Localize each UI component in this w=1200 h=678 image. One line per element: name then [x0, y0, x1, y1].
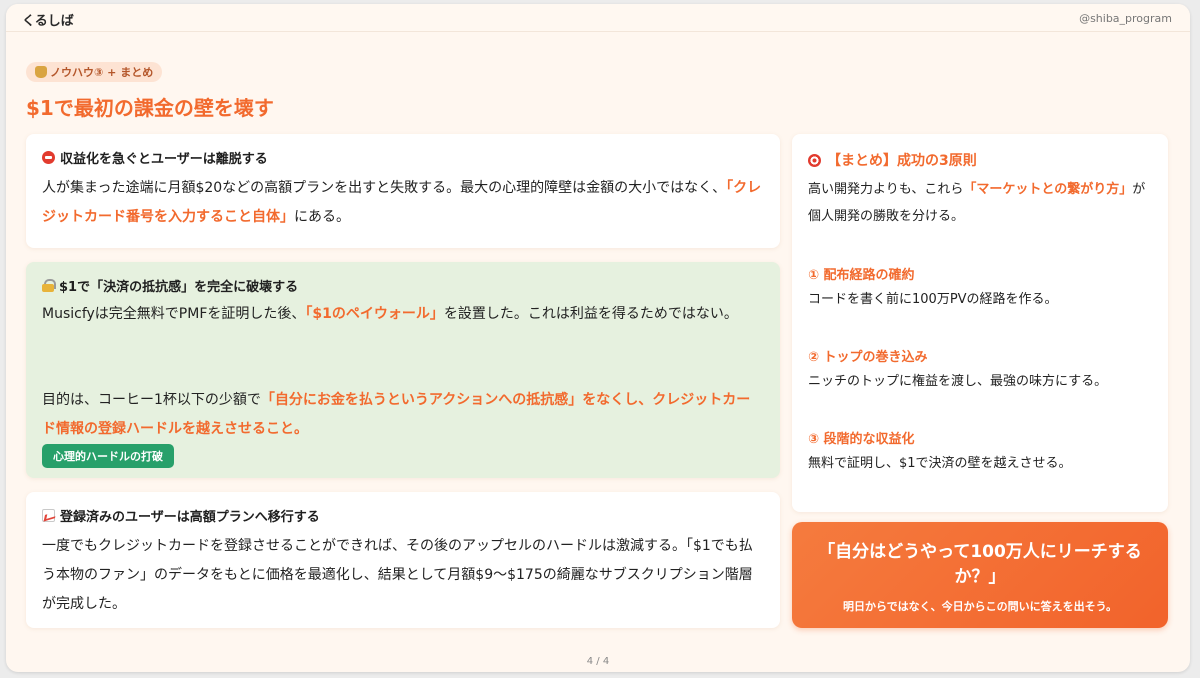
card-body-b: 目的は、コーヒー1杯以下の少額で「自分にお金を払うというアクションへの抵抗感」を…: [42, 386, 764, 444]
principle-3-title: ③ 段階的な収益化: [808, 432, 915, 447]
top-bar: くるしば @shiba_program: [6, 4, 1190, 32]
principle-1-title: ① 配布経路の確約: [808, 268, 915, 283]
card-paywall: $1で「決済の抵抗感」を完全に破壊する Musicfyは完全無料でPMFを証明し…: [26, 262, 780, 478]
principle-1-text: コードを書く前に100万PVの経路を作る。: [808, 292, 1058, 307]
card-body-text: Musicfyは完全無料でPMFを証明した後、: [42, 306, 306, 322]
section-tag: ノウハウ③ + まとめ: [26, 62, 163, 82]
card-body-text-end: を設置した。これは利益を得るためではない。: [443, 306, 738, 322]
principle-3-text: 無料で証明し、$1で決済の壁を越えさせる。: [808, 456, 1072, 471]
chart-up-icon: [42, 509, 55, 522]
brand-name: くるしば: [22, 14, 74, 29]
page-indicator: 4 / 4: [586, 656, 610, 667]
summary-heading-text: 【まとめ】成功の3原則: [827, 153, 977, 169]
card-body: 人が集まった途端に月額$20などの高額プランを出すと失敗する。最大の心理的障壁は…: [42, 174, 764, 232]
card-heading-text: $1で「決済の抵抗感」を完全に破壊する: [59, 280, 299, 295]
summary-intro-text: 高い開発力よりも、これら: [808, 182, 964, 197]
card-heading-text: 登録済みのユーザーは高額プランへ移行する: [60, 510, 320, 525]
cta-banner: 「自分はどうやって100万人にリーチするか？」 明日からではなく、今日からこの問…: [792, 522, 1168, 628]
cta-question: 「自分はどうやって100万人にリーチするか？」: [818, 542, 1142, 587]
card-body-text: 目的は、コーヒー1杯以下の少額で: [42, 392, 261, 408]
slide-frame: くるしば @shiba_program ノウハウ③ + まとめ $1で最初の課金…: [6, 4, 1190, 672]
card-body-a: Musicfyは完全無料でPMFを証明した後、「$1のペイウォール」を設置した。…: [42, 300, 764, 329]
principle-2-title: ② トップの巻き込み: [808, 350, 928, 365]
card-highlight: 「$1のペイウォール」: [305, 306, 444, 322]
cta-subtext: 明日からではなく、今日からこの問いに答えを出そう。: [842, 600, 1117, 613]
card-heading: $1で「決済の抵抗感」を完全に破壊する: [42, 276, 298, 295]
lock-icon: [42, 279, 56, 292]
card-heading: 収益化を急ぐとユーザーは離脱する: [42, 148, 268, 167]
money-bag-icon: [35, 66, 47, 78]
no-entry-icon: [42, 151, 55, 164]
principle-2-text: ニッチのトップに権益を渡し、最強の味方にする。: [808, 374, 1108, 389]
card-heading-text: 収益化を急ぐとユーザーは離脱する: [60, 152, 268, 167]
summary-card: 【まとめ】成功の3原則 高い開発力よりも、これら「マーケットとの繋がり方」が個人…: [792, 134, 1168, 512]
card-monetization-warning: 収益化を急ぐとユーザーは離脱する 人が集まった途端に月額$20などの高額プランを…: [26, 134, 780, 248]
card-body-text: 人が集まった途端に月額$20などの高額プランを出すと失敗する。最大の心理的障壁は…: [42, 180, 727, 196]
author-handle[interactable]: @shiba_program: [1079, 12, 1172, 25]
card-heading: 登録済みのユーザーは高額プランへ移行する: [42, 506, 320, 525]
card-upsell: 登録済みのユーザーは高額プランへ移行する 一度でもクレジットカードを登録させるこ…: [26, 492, 780, 628]
card-body-text-end: にある。: [294, 209, 350, 225]
target-icon: [808, 153, 821, 167]
section-tag-label: ノウハウ③ + まとめ: [50, 66, 154, 79]
summary-heading: 【まとめ】成功の3原則: [808, 150, 977, 170]
slide-title: $1で最初の課金の壁を壊す: [26, 96, 274, 120]
card-body: 一度でもクレジットカードを登録させることができれば、その後のアップセルのハードル…: [42, 538, 753, 612]
psychology-badge: 心理的ハードルの打破: [42, 444, 174, 468]
summary-highlight: 「マーケットとの繋がり方」: [963, 182, 1133, 197]
summary-intro: 高い開発力よりも、これら「マーケットとの繋がり方」が個人開発の勝敗を分ける。: [808, 176, 1154, 230]
